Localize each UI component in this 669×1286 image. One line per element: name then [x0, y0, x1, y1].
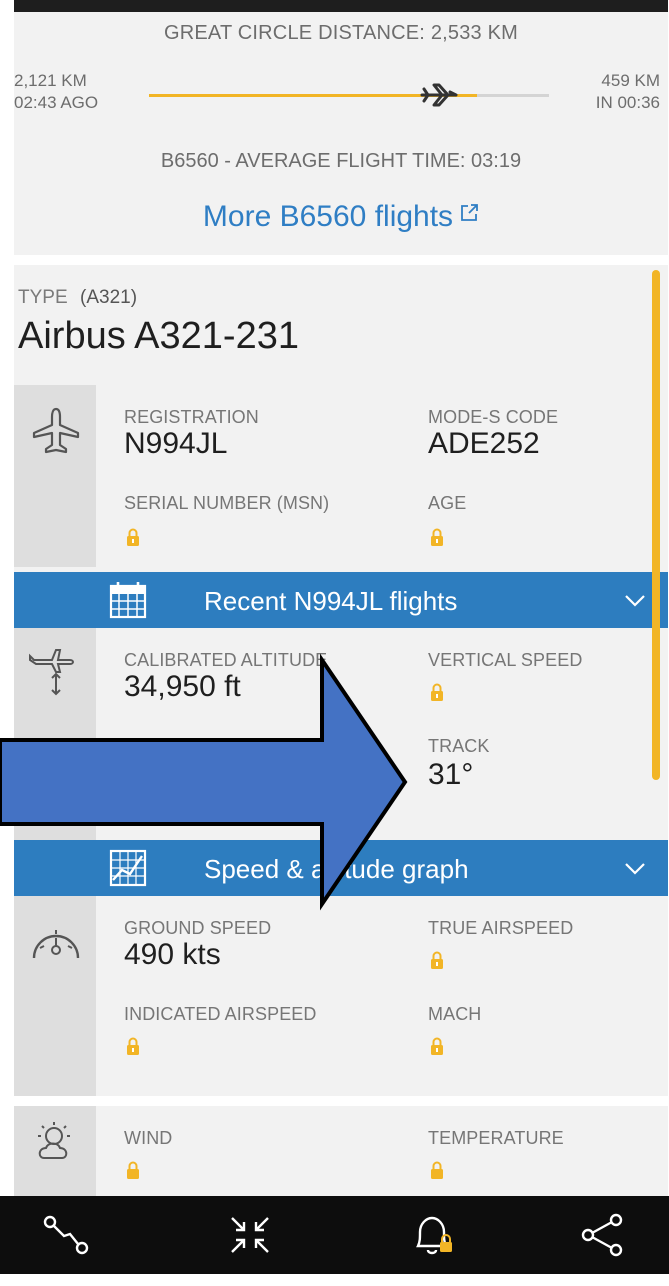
true-airspeed-label: TRUE AIRSPEED	[428, 918, 574, 938]
recent-flights-toggle[interactable]: Recent N994JL flights	[14, 572, 668, 628]
wind-label: WIND	[124, 1128, 173, 1148]
vertical-speed-label: VERTICAL SPEED	[428, 650, 583, 670]
track-label: TRACK	[428, 736, 490, 756]
temperature-label: TEMPERATURE	[428, 1128, 564, 1148]
recent-flights-label: Recent N994JL flights	[204, 586, 458, 616]
distance-remaining-km: 459 KM	[601, 71, 660, 90]
lock-icon[interactable]	[430, 1036, 444, 1056]
flight-progress-bar	[149, 94, 549, 97]
collapse-icon[interactable]	[226, 1212, 274, 1258]
section-divider	[14, 255, 668, 265]
route-icon[interactable]	[42, 1212, 90, 1258]
chevron-down-icon	[625, 863, 645, 875]
left-margin	[0, 0, 14, 1286]
type-code: (A321)	[80, 287, 138, 308]
distance-flown-km: 2,121 KM	[14, 71, 87, 90]
external-link-icon	[461, 204, 478, 221]
registration-value: N994JL	[124, 427, 228, 460]
lock-icon[interactable]	[430, 682, 444, 702]
great-circle-distance: GREAT CIRCLE DISTANCE: 2,533 KM	[163, 22, 519, 44]
bottom-navigation-bar	[0, 1196, 669, 1274]
flight-detail-panel: GREAT CIRCLE DISTANCE: 2,533 KM 2,121 KM…	[14, 12, 668, 1272]
speed-section: GROUND SPEED 490 kts TRUE AIRSPEED INDIC…	[14, 896, 668, 1096]
mach-label: MACH	[428, 1004, 482, 1024]
aircraft-type-section: TYPE (A321) Airbus A321-231	[14, 265, 668, 385]
mode-s-label: MODE-S CODE	[428, 407, 559, 427]
more-flights-link[interactable]: More B6560 flights	[14, 200, 668, 234]
indicated-airspeed-label: INDICATED AIRSPEED	[124, 1004, 317, 1024]
bottom-margin	[0, 1274, 669, 1286]
track-value: 31°	[428, 758, 474, 791]
speedometer-icon	[32, 930, 80, 959]
lock-icon[interactable]	[126, 527, 140, 547]
time-remaining: IN 00:36	[595, 93, 660, 112]
share-icon[interactable]	[578, 1212, 626, 1258]
bell-lock-icon[interactable]	[408, 1212, 456, 1258]
chevron-down-icon	[625, 595, 645, 607]
section-divider	[14, 1096, 668, 1106]
distance-flown: 2,121 KM 02:43 AGO	[14, 70, 98, 114]
lock-icon[interactable]	[430, 527, 444, 547]
ground-speed-label: GROUND SPEED	[124, 918, 272, 938]
lock-icon[interactable]	[126, 1036, 140, 1056]
annotation-arrow-icon	[0, 653, 408, 911]
scrollbar-thumb[interactable]	[652, 270, 660, 780]
calendar-icon	[109, 582, 147, 619]
airplane-progress-icon	[420, 83, 458, 107]
more-flights-link-label: More B6560 flights	[202, 200, 454, 233]
ground-speed-value: 490 kts	[124, 938, 221, 971]
top-bar	[14, 0, 668, 12]
registration-label: REGISTRATION	[124, 407, 259, 427]
aircraft-details-section: REGISTRATION N994JL MODE-S CODE ADE252 S…	[14, 385, 668, 567]
average-flight-time: B6560 - AVERAGE FLIGHT TIME: 03:19	[160, 150, 522, 172]
mode-s-value: ADE252	[428, 427, 540, 460]
weather-icon	[38, 1122, 70, 1159]
airplane-icon	[32, 407, 80, 454]
lock-icon[interactable]	[430, 950, 444, 970]
aircraft-model-name: Airbus A321-231	[18, 315, 299, 357]
lock-icon[interactable]	[126, 1160, 140, 1180]
serial-number-label: SERIAL NUMBER (MSN)	[124, 493, 330, 513]
age-label: AGE	[428, 493, 467, 513]
type-label: TYPE	[18, 287, 68, 308]
lock-icon[interactable]	[430, 1160, 444, 1180]
distance-remaining: 459 KM IN 00:36	[596, 70, 660, 114]
time-ago: 02:43 AGO	[14, 93, 99, 112]
